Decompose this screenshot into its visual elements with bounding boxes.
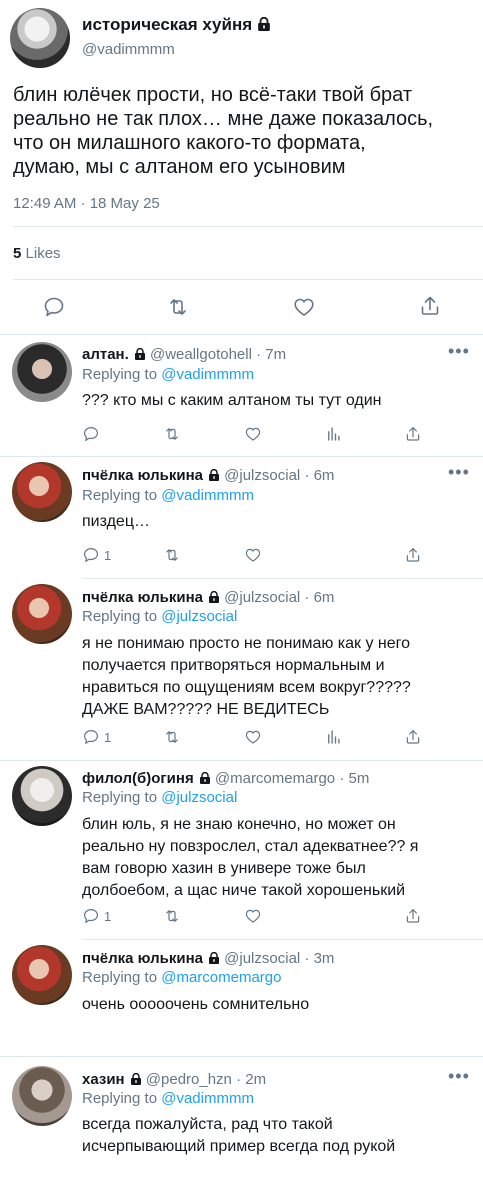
author-name[interactable]: пчёлка юлькина	[82, 950, 203, 967]
stats-icon[interactable]	[325, 425, 343, 443]
replying-label: Replying to	[82, 366, 158, 383]
stats-icon[interactable]	[325, 728, 343, 746]
author-name[interactable]: филол(б)огиня	[82, 770, 194, 787]
reply-text: блин юль, я не знаю конечно, но может он…	[82, 816, 419, 899]
tweet-text: блин юлёчек прости, но всё-таки твой бра…	[13, 84, 434, 178]
author-handle[interactable]: @weallgotohell	[150, 346, 252, 363]
reply-count: 1	[104, 909, 112, 924]
reply-text: я не понимаю просто не понимаю как у нег…	[82, 635, 411, 718]
author-name[interactable]: пчёлка юлькина	[82, 467, 203, 484]
more-icon[interactable]: •••	[448, 463, 470, 481]
reply-time: · 6m	[304, 467, 335, 484]
comment-icon[interactable]	[82, 425, 100, 443]
heart-icon[interactable]	[244, 425, 262, 443]
divider	[0, 1056, 483, 1057]
likes-count-row[interactable]: 5 Likes	[13, 245, 61, 262]
divider	[0, 334, 483, 335]
retweet-icon[interactable]	[163, 425, 181, 443]
reply-time: · 3m	[304, 950, 335, 967]
reply-time: · 6m	[304, 589, 335, 606]
author-handle[interactable]: @vadimmmm	[82, 41, 175, 58]
share-icon[interactable]	[404, 728, 422, 746]
replying-label: Replying to	[82, 608, 158, 625]
lock-icon	[134, 348, 146, 360]
reply-text: всегда пожалуйста, рад что такой исчерпы…	[82, 1116, 396, 1155]
avatar[interactable]	[12, 1066, 72, 1126]
avatar[interactable]	[12, 766, 72, 826]
lock-icon	[130, 1073, 142, 1085]
likes-count: 5	[13, 245, 22, 262]
author-name[interactable]: хазин	[82, 1071, 125, 1088]
comment-icon[interactable]	[42, 295, 66, 319]
divider	[0, 456, 483, 457]
divider	[0, 760, 483, 761]
avatar[interactable]	[12, 342, 72, 402]
likes-label: Likes	[25, 245, 61, 262]
replying-to-handle[interactable]: @vadimmmm	[161, 366, 254, 383]
reply-text: очень ооооочень сомнительно	[82, 996, 310, 1013]
replying-label: Replying to	[82, 969, 158, 986]
retweet-icon[interactable]	[166, 295, 190, 319]
reply-text: пиздец…	[82, 513, 150, 530]
retweet-icon[interactable]	[163, 546, 181, 564]
replying-to-handle[interactable]: @marcomemargo	[161, 969, 281, 986]
reply-time: · 7m	[256, 346, 287, 363]
divider	[13, 279, 483, 280]
more-icon[interactable]: •••	[448, 342, 470, 360]
comment-icon[interactable]	[82, 728, 100, 746]
heart-icon[interactable]	[292, 295, 316, 319]
retweet-icon[interactable]	[163, 728, 181, 746]
replying-label: Replying to	[82, 1090, 158, 1107]
replying-to-handle[interactable]: @julzsocial	[161, 608, 237, 625]
replying-to-handle[interactable]: @vadimmmm	[161, 487, 254, 504]
lock-icon	[208, 469, 220, 481]
share-icon[interactable]	[404, 546, 422, 564]
lock-icon	[208, 591, 220, 603]
author-name[interactable]: историческая хуйня	[82, 15, 252, 34]
divider	[82, 939, 483, 940]
reply-time: · 2m	[236, 1071, 267, 1088]
heart-icon[interactable]	[244, 907, 262, 925]
author-handle[interactable]: @julzsocial	[224, 467, 300, 484]
reply-time: · 5m	[339, 770, 370, 787]
author-name[interactable]: алтан.	[82, 346, 129, 363]
comment-icon[interactable]	[82, 546, 100, 564]
heart-icon[interactable]	[244, 728, 262, 746]
divider	[13, 226, 483, 227]
author-name[interactable]: пчёлка юлькина	[82, 589, 203, 606]
tweet-timestamp[interactable]: 12:49 AM · 18 May 25	[13, 195, 160, 212]
share-icon[interactable]	[404, 425, 422, 443]
share-icon[interactable]	[418, 294, 442, 318]
lock-icon	[208, 952, 220, 964]
author-handle[interactable]: @pedro_hzn	[146, 1071, 232, 1088]
avatar[interactable]	[10, 8, 70, 68]
replying-to-handle[interactable]: @vadimmmm	[161, 1090, 254, 1107]
more-icon[interactable]: •••	[448, 1067, 470, 1085]
share-icon[interactable]	[404, 907, 422, 925]
replying-label: Replying to	[82, 789, 158, 806]
lock-icon	[257, 17, 271, 31]
avatar[interactable]	[12, 584, 72, 644]
replying-label: Replying to	[82, 487, 158, 504]
author-handle[interactable]: @julzsocial	[224, 589, 300, 606]
heart-icon[interactable]	[244, 546, 262, 564]
retweet-icon[interactable]	[163, 907, 181, 925]
divider	[82, 578, 483, 579]
reply-count: 1	[104, 548, 112, 563]
replying-to-handle[interactable]: @julzsocial	[161, 789, 237, 806]
avatar[interactable]	[12, 462, 72, 522]
author-name-row: историческая хуйня	[82, 15, 271, 35]
comment-icon[interactable]	[82, 907, 100, 925]
author-handle[interactable]: @marcomemargo	[215, 770, 335, 787]
avatar[interactable]	[12, 945, 72, 1005]
reply-text: ??? кто мы с каким алтаном ты тут один	[82, 392, 382, 409]
lock-icon	[199, 772, 211, 784]
author-handle[interactable]: @julzsocial	[224, 950, 300, 967]
reply-count: 1	[104, 730, 112, 745]
